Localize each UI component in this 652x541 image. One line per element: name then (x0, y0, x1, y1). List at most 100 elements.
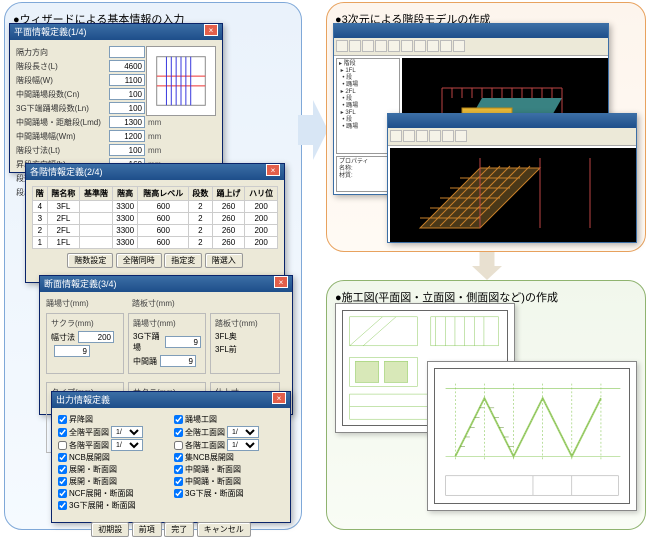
dlg4-title-text: 出力情報定義 (56, 392, 110, 408)
table-row[interactable]: 32FL33006002260200 (33, 213, 278, 225)
chk-dlg4-right-4[interactable] (174, 465, 183, 474)
close-icon[interactable]: × (272, 392, 286, 404)
floor-table[interactable]: 階階名称基準階階高階高レベル段数踊上げハリ位 43FL3300600226020… (32, 186, 278, 249)
dlg1-input-6[interactable] (109, 130, 145, 142)
table-header: 段数 (189, 187, 213, 201)
stair-preview (146, 46, 216, 116)
chk-dlg4-left-7[interactable] (58, 501, 67, 510)
chk-dlg4-right-1[interactable] (174, 428, 183, 437)
dlg2-button[interactable]: 階数設定 (67, 253, 113, 268)
tb-btn[interactable] (429, 130, 441, 142)
dlg1-label-3: 中間踊場段数(Cn) (16, 89, 106, 100)
tb-btn[interactable] (416, 130, 428, 142)
col-h3 (218, 298, 278, 309)
chk-label: 各階平面図 (69, 440, 109, 451)
wizard-panel: ●ウィザードによる基本情報の入力 平面情報定義(1/4) × 隔力方向階 (4, 2, 302, 530)
g3-title: 踏板寸(mm) (215, 318, 275, 329)
chk-dlg4-left-0[interactable] (58, 415, 67, 424)
g1-f0[interactable] (78, 331, 114, 343)
g2-f1[interactable] (160, 355, 196, 367)
dlg-plane-info: 平面情報定義(1/4) × 隔力方向階段長さ(L)mm階段幅(W)mm中間踊場段… (9, 23, 223, 173)
cad1-titlebar[interactable] (334, 24, 608, 38)
chk-label: 展開・断面図 (69, 464, 117, 475)
chk-label: 各階工面図 (185, 440, 225, 451)
dlg1-input-7[interactable] (109, 144, 145, 156)
dlg4-titlebar[interactable]: 出力情報定義 × (52, 392, 290, 408)
dlg3-titlebar[interactable]: 断面情報定義(3/4) × (40, 276, 292, 292)
scale-select[interactable]: 1/ (111, 439, 143, 451)
chk-label: 昇降図 (69, 414, 93, 425)
arrow-right-icon (298, 100, 328, 160)
tb-btn[interactable] (349, 40, 361, 52)
dlg1-input-1[interactable] (109, 60, 145, 72)
table-row[interactable]: 43FL33006002260200 (33, 201, 278, 213)
chk-label: 展開・断面図 (69, 476, 117, 487)
dlg1-input-0[interactable] (109, 46, 145, 58)
dlg1-label-0: 隔力方向 (16, 47, 106, 58)
dlg1-input-5[interactable] (109, 116, 145, 128)
chk-dlg4-right-0[interactable] (174, 415, 183, 424)
chk-label: 3G下展・断面図 (185, 488, 244, 499)
g1-f1[interactable] (54, 345, 90, 357)
close-icon[interactable]: × (204, 24, 218, 36)
chk-dlg4-left-1[interactable] (58, 428, 67, 437)
table-header: 階高 (112, 187, 138, 201)
table-row[interactable]: 11FL33006002260200 (33, 237, 278, 249)
chk-dlg4-left-4[interactable] (58, 465, 67, 474)
dlg1-input-3[interactable] (109, 88, 145, 100)
cad2-titlebar[interactable] (388, 114, 636, 128)
tb-btn[interactable] (336, 40, 348, 52)
dlg1-label-6: 中間踊場幅(Wm) (16, 131, 106, 142)
cad2-toolbar (388, 128, 636, 146)
dlg1-unit-7: mm (148, 146, 161, 155)
dlg1-input-4[interactable] (109, 102, 145, 114)
chk-label: 全階平面図 (69, 427, 109, 438)
g2-title: 踊場寸(mm) (133, 318, 201, 329)
col-h2: 踏板寸(mm) (132, 298, 212, 309)
tb-btn[interactable] (401, 40, 413, 52)
tb-btn[interactable] (455, 130, 467, 142)
dlg1-input-2[interactable] (109, 74, 145, 86)
dlg2-button[interactable]: 指定変 (164, 253, 202, 268)
g3-f0l: 3FL奥 (215, 331, 237, 342)
dlg1-unit-5: mm (148, 118, 161, 127)
dlg1-label-1: 階段長さ(L) (16, 61, 106, 72)
dlg1-titlebar[interactable]: 平面情報定義(1/4) × (10, 24, 222, 40)
dlg2-button[interactable]: 全階同時 (116, 253, 162, 268)
close-icon[interactable]: × (266, 164, 280, 176)
dlg2-button[interactable]: 階選入 (205, 253, 243, 268)
tb-btn[interactable] (375, 40, 387, 52)
model-panel: ●3次元による階段モデルの作成 ▸ 階段 ▸ 1FL • 段 • 踊場 ▸ 2F… (326, 2, 646, 252)
scale-select[interactable]: 1/ (227, 426, 259, 438)
viewport-3d-2[interactable] (390, 148, 636, 242)
chk-label: NCF展開・断面図 (69, 488, 133, 499)
chk-dlg4-left-3[interactable] (58, 453, 67, 462)
dlg1-unit-6: mm (148, 132, 161, 141)
table-row[interactable]: 22FL33006002260200 (33, 225, 278, 237)
dlg2-titlebar[interactable]: 各階情報定義(2/4) × (26, 164, 284, 180)
tb-btn[interactable] (390, 130, 402, 142)
tb-btn[interactable] (414, 40, 426, 52)
chk-label: 踊場工図 (185, 414, 217, 425)
g2-f1l: 中間踊 (133, 356, 157, 367)
chk-dlg4-left-5[interactable] (58, 477, 67, 486)
tb-btn[interactable] (388, 40, 400, 52)
tb-btn[interactable] (362, 40, 374, 52)
tb-btn[interactable] (442, 130, 454, 142)
tb-btn[interactable] (403, 130, 415, 142)
chk-dlg4-right-2[interactable] (174, 441, 183, 450)
close-icon[interactable]: × (274, 276, 288, 288)
chk-dlg4-left-2[interactable] (58, 441, 67, 450)
dlg1-label-4: 3G下端踊場段数(Ln) (16, 103, 106, 114)
chk-dlg4-right-5[interactable] (174, 477, 183, 486)
chk-dlg4-right-3[interactable] (174, 453, 183, 462)
scale-select[interactable]: 1/ (111, 426, 143, 438)
tb-btn[interactable] (427, 40, 439, 52)
table-header: 階 (33, 187, 48, 201)
g2-f0[interactable] (165, 336, 201, 348)
scale-select[interactable]: 1/ (227, 439, 259, 451)
tb-btn[interactable] (453, 40, 465, 52)
tb-btn[interactable] (440, 40, 452, 52)
chk-dlg4-left-6[interactable] (58, 489, 67, 498)
chk-dlg4-right-6[interactable] (174, 489, 183, 498)
